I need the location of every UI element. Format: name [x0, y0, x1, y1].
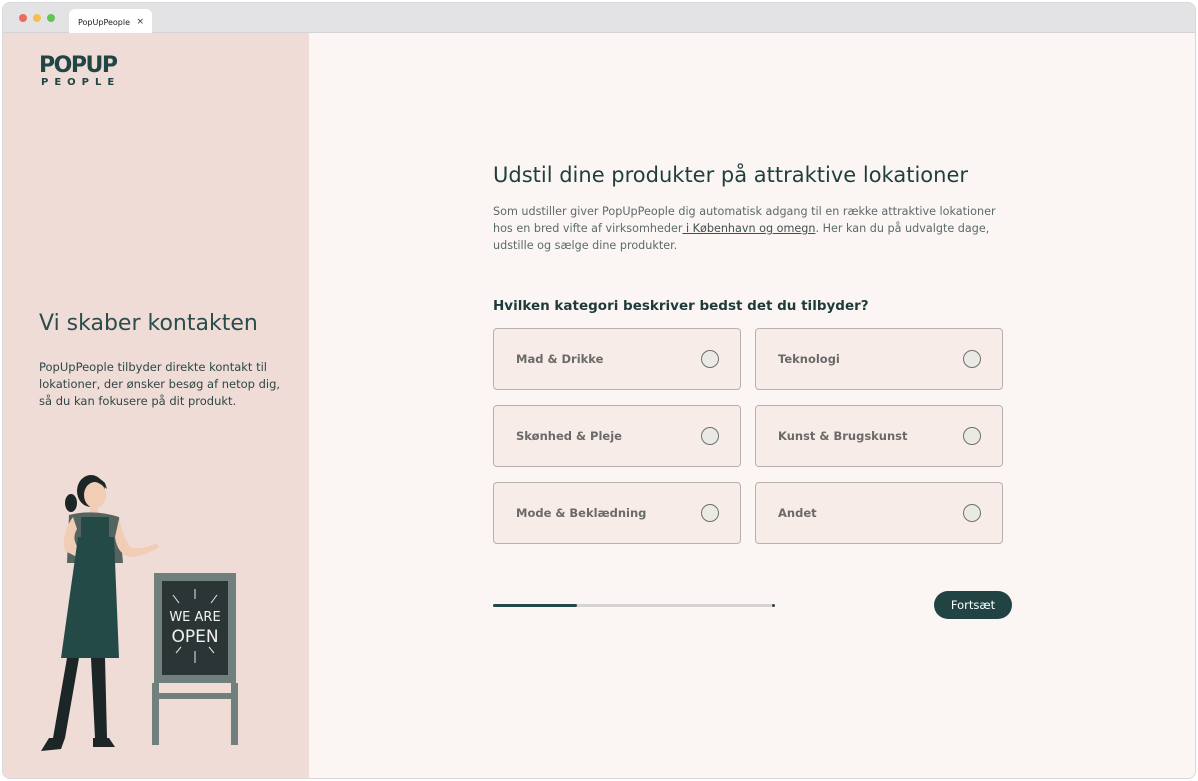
radio-button[interactable]: [701, 427, 719, 445]
progress-bar: [493, 603, 775, 607]
maximize-window-button[interactable]: [47, 14, 55, 22]
shopkeeper-illustration: WE ARE OPEN: [41, 475, 238, 751]
location-link[interactable]: i København og omegn: [682, 222, 815, 235]
radio-button[interactable]: [963, 350, 981, 368]
intro-text: Som udstiller giver PopUpPeople dig auto…: [493, 203, 1003, 254]
option-kunst-brugskunst[interactable]: Kunst & Brugskunst: [755, 405, 1003, 467]
continue-button[interactable]: Fortsæt: [934, 591, 1012, 619]
close-window-button[interactable]: [19, 14, 27, 22]
sign-line-1: WE ARE: [169, 610, 220, 625]
option-andet[interactable]: Andet: [755, 482, 1003, 544]
radio-button[interactable]: [963, 504, 981, 522]
page-title: Udstil dine produkter på attraktive loka…: [493, 163, 968, 187]
option-label: Mode & Beklædning: [516, 506, 647, 520]
tab-title: PopUpPeople: [78, 18, 131, 27]
option-skonhed-pleje[interactable]: Skønhed & Pleje: [493, 405, 741, 467]
sidebar: POPUP PEOPLE Vi skaber kontakten PopUpPe…: [3, 33, 309, 778]
browser-window: PopUpPeople × POPUP PEOPLE Vi skaber kon…: [2, 2, 1196, 779]
title-bar: PopUpPeople ×: [3, 3, 1195, 33]
sidebar-title: Vi skaber kontakten: [39, 311, 258, 336]
logo[interactable]: POPUP PEOPLE: [39, 55, 120, 89]
option-mad-drikke[interactable]: Mad & Drikke: [493, 328, 741, 390]
option-teknologi[interactable]: Teknologi: [755, 328, 1003, 390]
option-mode-beklaedning[interactable]: Mode & Beklædning: [493, 482, 741, 544]
option-label: Teknologi: [778, 352, 840, 366]
category-question: Hvilken kategori beskriver bedst det du …: [493, 298, 869, 314]
progress-fill: [493, 604, 578, 607]
progress-end-dot: [772, 603, 775, 607]
option-label: Kunst & Brugskunst: [778, 429, 908, 443]
logo-line-1: POPUP: [39, 53, 118, 78]
tab-close-icon[interactable]: ×: [136, 17, 144, 27]
minimize-window-button[interactable]: [33, 14, 41, 22]
logo-line-2: PEOPLE: [41, 77, 121, 88]
browser-tab[interactable]: PopUpPeople ×: [69, 9, 152, 33]
open-sign-icon: WE ARE OPEN: [152, 573, 238, 745]
option-label: Skønhed & Pleje: [516, 429, 622, 443]
sign-line-2: OPEN: [171, 627, 218, 647]
sidebar-text: PopUpPeople tilbyder direkte kontakt til…: [39, 360, 281, 408]
option-label: Mad & Drikke: [516, 352, 604, 366]
option-label: Andet: [778, 506, 817, 520]
radio-button[interactable]: [701, 350, 719, 368]
radio-button[interactable]: [963, 427, 981, 445]
shopkeeper-figure: [41, 475, 159, 751]
radio-button[interactable]: [701, 504, 719, 522]
main-content: Udstil dine produkter på attraktive loka…: [309, 33, 1195, 778]
